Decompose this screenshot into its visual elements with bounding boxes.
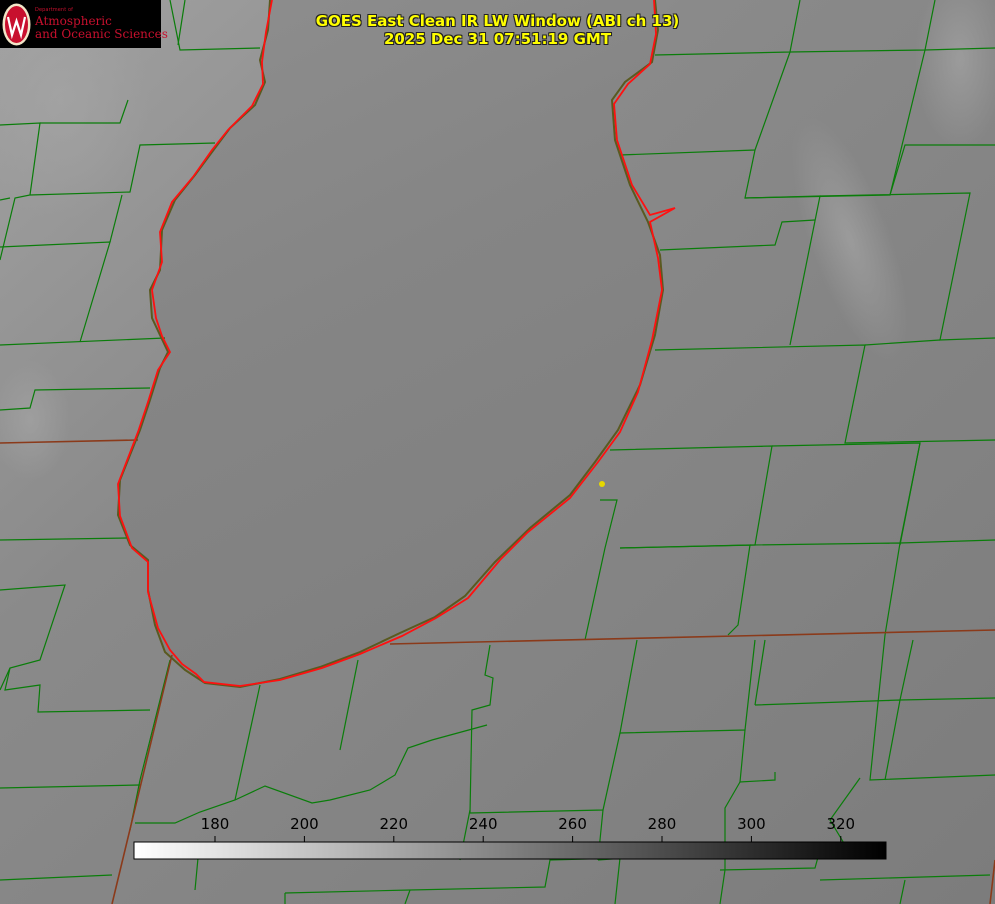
colorbar-tick-label: 300 — [737, 815, 766, 833]
colorbar-tick-label: 320 — [826, 815, 856, 833]
colorbar-tick-label: 260 — [558, 815, 587, 833]
colorbar-tick-label: 240 — [468, 815, 498, 833]
satellite-map[interactable] — [0, 0, 995, 904]
colorbar-tick-label: 180 — [200, 815, 230, 833]
colorbar-tick-label: 200 — [290, 815, 319, 833]
location-point-marker[interactable] — [599, 481, 605, 487]
map-title: GOES East Clean IR LW Window (ABI ch 13) — [315, 12, 680, 30]
map-timestamp: 2025 Dec 31 07:51:19 GMT — [383, 30, 612, 48]
colorbar — [133, 841, 887, 860]
colorbar-tick-label: 220 — [379, 815, 409, 833]
colorbar-tick-label: 280 — [647, 815, 677, 833]
